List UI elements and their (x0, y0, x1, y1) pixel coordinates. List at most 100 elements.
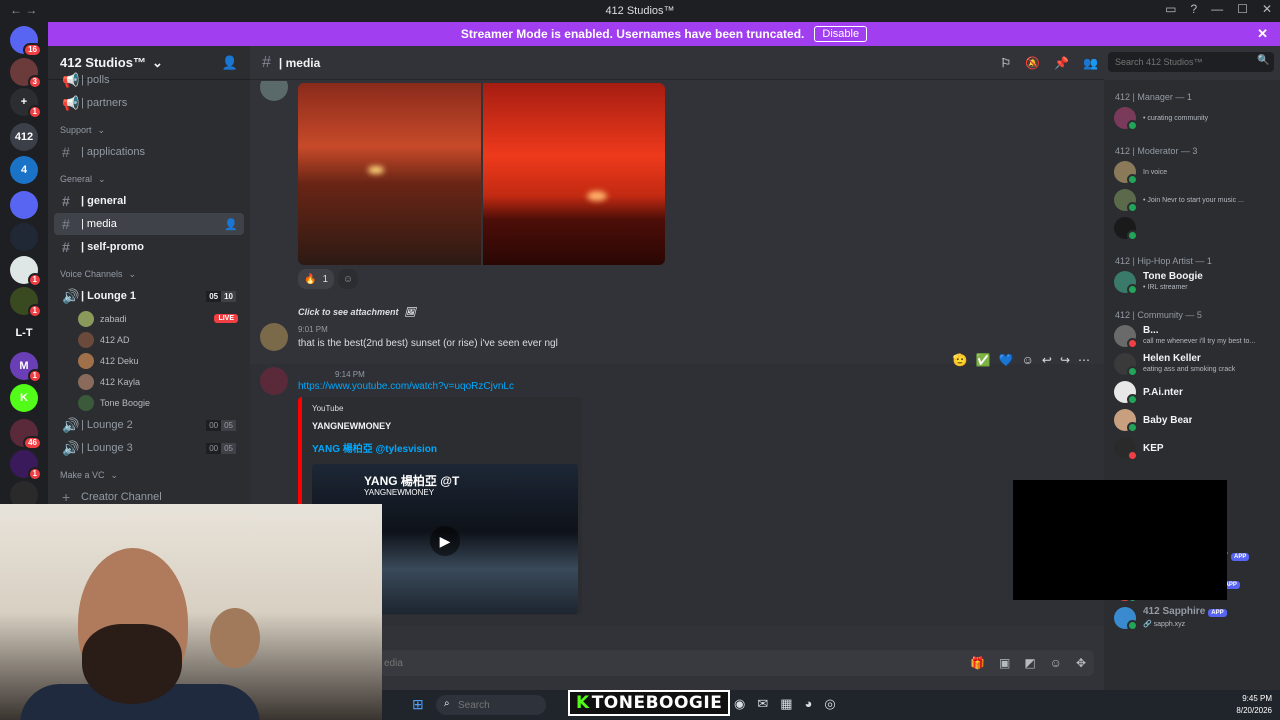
mail-icon[interactable]: ✉ (757, 696, 768, 712)
category-general[interactable]: General ⌄ (48, 169, 250, 189)
server-icon[interactable]: 3 (10, 58, 42, 89)
category-make-vc[interactable]: Make a VC ⌄ (48, 465, 250, 485)
member-item[interactable]: • curating community (1104, 104, 1280, 132)
member-item[interactable]: In voice (1104, 158, 1280, 186)
plus-icon: + (62, 489, 71, 505)
voice-channel-lounge-1[interactable]: 🔊 | Lounge 1 05 10 (54, 285, 244, 307)
voice-channel-lounge-2[interactable]: 🔊 | Lounge 2 00 05 (54, 414, 244, 436)
member-name: Baby Bear (1143, 414, 1193, 426)
windows-icon[interactable]: ⊞ (412, 696, 424, 713)
voice-channel-lounge-3[interactable]: 🔊 | Lounge 3 00 05 (54, 437, 244, 459)
close-icon[interactable]: ✕ (1257, 26, 1268, 42)
add-member-icon[interactable]: 👤 (224, 218, 238, 231)
member-item[interactable]: • Join Nevr to start your music ... (1104, 186, 1280, 214)
app-icon[interactable]: ▦ (780, 696, 792, 712)
embed-author[interactable]: YANGNEWMONEY (312, 421, 391, 431)
sunset-image-1[interactable] (298, 83, 481, 265)
server-icon[interactable]: 412 (10, 123, 38, 151)
members-icon[interactable]: 👥 (1083, 56, 1098, 70)
channel-media[interactable]: # | media 👤 (54, 213, 244, 235)
pin-icon[interactable]: 📌 (1054, 56, 1069, 70)
category-support[interactable]: Support ⌄ (48, 120, 250, 140)
help-icon[interactable]: ? (1190, 2, 1197, 16)
channel-applications[interactable]: # | applications (54, 141, 244, 163)
embed-title[interactable]: YANG 楊柏亞 @tylesvision (312, 440, 437, 455)
member-item[interactable]: B... call me whenever i'll try my best to… (1104, 322, 1280, 350)
server-icon[interactable]: M1 (10, 352, 42, 383)
server-icon[interactable] (10, 223, 38, 251)
member-item[interactable]: Helen Keller eating ass and smoking crack (1104, 350, 1280, 378)
server-icon[interactable]: 4 (10, 156, 38, 184)
count-current: 00 (206, 442, 222, 454)
server-icon[interactable]: 1 (10, 450, 42, 481)
voice-user[interactable]: 412 Deku (78, 350, 250, 371)
unread-badge: 16 (23, 43, 42, 57)
youtube-link[interactable]: https://www.youtube.com/watch?v=uqoRzCjv… (298, 381, 514, 392)
add-reaction-icon[interactable]: ☺ (338, 269, 358, 289)
server-icon[interactable]: 46 (10, 419, 42, 450)
add-reaction-icon[interactable]: ☺ (1022, 353, 1034, 367)
more-icon[interactable]: ⋯ (1078, 353, 1090, 367)
voice-user[interactable]: 412 Kayla (78, 371, 250, 392)
obs-icon[interactable]: ◎ (824, 696, 835, 712)
chrome-icon[interactable]: ◉ (734, 696, 745, 712)
reply-reference[interactable]: Click to see attachment 🖼 (298, 307, 416, 318)
emoji-reaction-3[interactable]: 💙 (999, 353, 1014, 367)
category-voice[interactable]: Voice Channels ⌄ (48, 264, 250, 284)
avatar[interactable] (260, 81, 288, 101)
server-icon[interactable]: 16 (10, 26, 42, 57)
member-status: • curating community (1143, 114, 1209, 122)
voice-user[interactable]: zabadi LIVE (78, 308, 250, 329)
emoji-reaction-2[interactable]: ✅ (976, 353, 991, 367)
forward-icon[interactable]: ↪ (1060, 353, 1070, 367)
channel-general[interactable]: # | general (54, 190, 244, 212)
member-item[interactable] (1104, 214, 1280, 242)
channel-label: | media (81, 218, 117, 230)
channel-creator[interactable]: + Creator Channel (54, 486, 244, 506)
discord-icon[interactable]: ◕ (805, 696, 813, 712)
sticker-icon[interactable]: ◩ (1024, 656, 1035, 670)
server-icon[interactable]: 1 (10, 287, 42, 318)
play-icon[interactable]: ▶ (430, 526, 460, 556)
avatar (1114, 381, 1138, 405)
nav-arrows[interactable]: ← → (10, 3, 37, 17)
reply-icon[interactable]: ↩ (1042, 353, 1052, 367)
avatar[interactable] (260, 323, 288, 351)
gift-icon[interactable]: 🎁 (970, 656, 985, 670)
emoji-icon[interactable]: ☺ (1050, 656, 1062, 670)
search-input[interactable] (1108, 52, 1274, 72)
maximize-button[interactable]: ☐ (1237, 2, 1248, 16)
channel-label: | Lounge 1 (81, 290, 137, 302)
reaction-fire[interactable]: 🔥 1 (298, 269, 335, 289)
server-icon[interactable]: L-T (10, 319, 38, 347)
voice-user[interactable]: Tone Boogie (78, 392, 250, 413)
gif-icon[interactable]: ▣ (999, 656, 1010, 670)
apps-icon[interactable]: ✥ (1076, 656, 1086, 670)
taskbar-search[interactable] (436, 695, 546, 715)
channel-polls[interactable]: 📢 | polls (54, 69, 244, 91)
server-icon[interactable]: K (10, 384, 38, 412)
mute-icon[interactable]: 🔕 (1025, 56, 1040, 70)
voice-user[interactable]: 412 AD (78, 329, 250, 350)
member-item[interactable]: P.Ai.nter (1104, 378, 1280, 406)
sunset-image-2[interactable] (483, 83, 665, 265)
server-icon[interactable]: 1 (10, 256, 42, 287)
disable-button[interactable]: Disable (814, 26, 868, 42)
member-item[interactable]: KEP (1104, 434, 1280, 462)
channel-label: | Lounge 3 (81, 442, 133, 454)
category-label: General (60, 174, 93, 184)
inbox-icon[interactable]: ▭ (1165, 2, 1176, 16)
member-item[interactable]: Tone Boogie • IRL streamer (1104, 268, 1280, 296)
avatar[interactable] (260, 367, 288, 395)
channel-partners[interactable]: 📢 | partners (54, 92, 244, 114)
channel-self-promo[interactable]: # | self-promo (54, 236, 244, 258)
server-icon[interactable]: +1 (10, 88, 42, 119)
threads-icon[interactable]: ⚐ (1000, 56, 1011, 70)
close-button[interactable]: ✕ (1262, 2, 1272, 16)
emoji-reaction-1[interactable]: 🫡 (953, 353, 968, 367)
bot-member-item[interactable]: 412 Sapphire APP 🔗 sapph.xyz (1104, 604, 1280, 632)
minimize-button[interactable]: — (1211, 2, 1223, 16)
channel-label: | Lounge 2 (81, 419, 133, 431)
server-icon[interactable] (10, 191, 38, 219)
member-item[interactable]: Baby Bear (1104, 406, 1280, 434)
